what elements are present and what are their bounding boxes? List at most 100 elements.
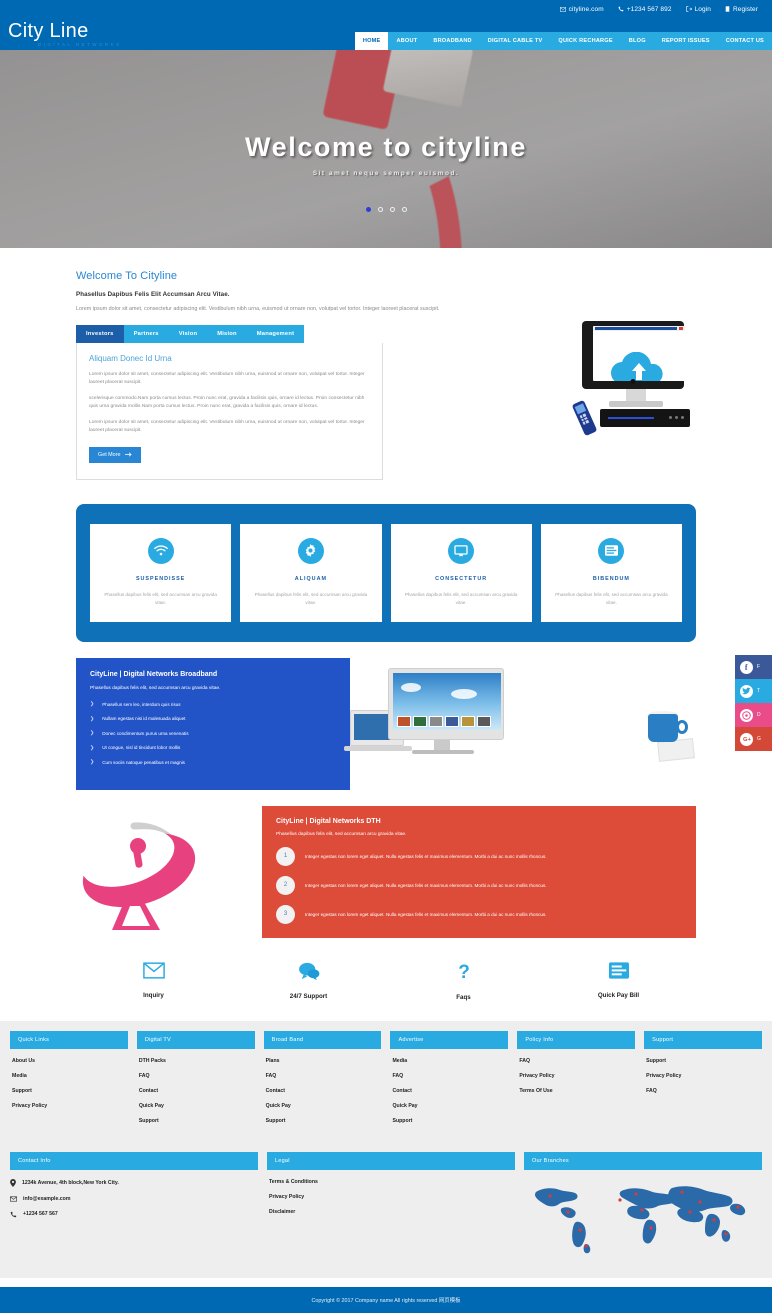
carousel-dot-1[interactable] [365,207,371,212]
legal-link[interactable]: Disclaimer [267,1209,515,1215]
footer-link[interactable]: Privacy Policy [644,1073,762,1079]
footer-link[interactable]: Privacy Policy [10,1103,128,1109]
contact-info-column: Contact Info 1234k Avenue, 4th block,New… [10,1151,258,1258]
footer-link[interactable]: About Us [10,1058,128,1064]
contact-email[interactable]: info@example.com [10,1196,258,1202]
contact-phone[interactable]: +1234 567 567 [10,1211,258,1218]
footer-link[interactable]: Quick Pay [390,1103,508,1109]
footer-link[interactable]: Privacy Policy [517,1073,635,1079]
footer-link[interactable]: Media [10,1073,128,1079]
nav-item-blog[interactable]: BLOG [620,32,654,50]
feature-card-bibendum[interactable]: BIBENDUM Phasellus dapibus felis elit, s… [540,523,682,623]
carousel-dot-2[interactable] [377,207,383,212]
footer-link[interactable]: Terms Of Use [517,1088,635,1094]
topbar-email[interactable]: cityline.com [559,6,604,13]
social-facebook[interactable]: f F [735,655,772,679]
carousel-dot-4[interactable] [401,207,407,212]
footer-link[interactable]: FAQ [137,1073,255,1079]
topbar-register[interactable]: Register [725,6,758,13]
social-googleplus[interactable]: G+ G [735,727,772,751]
thumbnail [445,716,459,728]
footer-link[interactable]: Contact [264,1088,382,1094]
browser-bar [593,326,685,332]
broadband-list-item[interactable]: ❯ Cum sociis natoque penatibus et magnis [90,759,336,765]
social-twitter[interactable]: T [735,679,772,703]
footer-link[interactable]: Media [390,1058,508,1064]
footer-link[interactable]: Contact [137,1088,255,1094]
footer-link[interactable]: DTH Packs [137,1058,255,1064]
nav-item-broadband[interactable]: BROADBAND [425,32,480,50]
carousel-dot-3[interactable] [389,207,395,212]
topbar-phone[interactable]: +1234 567 892 [618,6,672,13]
feature-card-suspendisse[interactable]: SUSPENDISSE Phasellus dapibus felis elit… [90,523,232,623]
tab-investors[interactable]: Investors [76,325,124,344]
feature-card-consectetur[interactable]: CONSECTETUR Phasellus dapibus felis elit… [390,523,532,623]
legal-title: Legal [267,1151,515,1170]
footer-link[interactable]: FAQ [517,1058,635,1064]
dth-item-text: Integer egestas non lorem eget aliquet. … [305,882,547,888]
broadband-item-label: Ut congue, nisl id tincidunt lobor molli… [102,745,181,751]
thumbnail [413,716,427,728]
broadband-list-item[interactable]: ❯ Ut congue, nisl id tincidunt lobor mol… [90,745,336,751]
legal-link[interactable]: Terms & Conditions [267,1179,515,1185]
footer-link[interactable]: Support [137,1118,255,1124]
footer-link[interactable]: Contact [390,1088,508,1094]
footer-link[interactable]: Support [264,1118,382,1124]
broadband-list-item[interactable]: ❯ Phasellus sem leo, interdum quis risus [90,701,336,707]
feature-title: ALIQUAM [294,575,327,582]
nav-item-digital-cable-tv[interactable]: DIGITAL CABLE TV [479,32,551,50]
envelope-icon [142,962,165,979]
footer-link[interactable]: FAQ [644,1088,762,1094]
service-quick-pay-bill[interactable]: Quick Pay Bill [541,962,696,1001]
social-twitter-label: T [757,688,761,694]
coffee-cup-handle [676,720,688,735]
broadband-list-item[interactable]: ❯ Nullam egestas nisi id malesuada aliqu… [90,716,336,722]
nav-item-about[interactable]: ABOUT [388,32,426,50]
nav-item-home[interactable]: HOME [354,32,389,50]
nav-item-quick-recharge[interactable]: QUICK RECHARGE [550,32,621,50]
footer-link[interactable]: FAQ [390,1073,508,1079]
tab-mision[interactable]: Mision [207,325,247,344]
footer-link[interactable]: Quick Pay [137,1103,255,1109]
broadband-item-label: Nullam egestas nisi id malesuada aliquet [102,716,186,722]
tab-partners[interactable]: Partners [123,325,169,344]
dth-item-text: Integer egestas non lorem eget aliquet. … [305,853,547,859]
topbar-login-label: Login [694,5,711,13]
welcome-lead: Phasellus Dapibus Felis Elit Accumsan Ar… [76,291,230,298]
feature-icon-circle [297,537,324,564]
remote-key [585,420,589,424]
dth-list-item: 2 Integer egestas non lorem eget aliquet… [276,875,682,895]
stb-button [681,416,684,420]
service-support[interactable]: 24/7 Support [231,962,386,1001]
feature-card-aliquam[interactable]: ALIQUAM Phasellus dapibus felis elit, se… [240,523,382,623]
nav-item-report-issues[interactable]: REPORT ISSUES [653,32,718,50]
feature-title: BIBENDUM [592,575,630,582]
logo-main-text: City Line [8,20,89,42]
get-more-button[interactable]: Get More [89,446,142,463]
social-dribbble[interactable]: D [735,703,772,727]
laptop-base [344,746,412,752]
topbar-login[interactable]: Login [685,5,711,13]
footer-link[interactable]: Support [10,1088,128,1094]
legal-link[interactable]: Privacy Policy [267,1194,515,1200]
tab-management[interactable]: Management [246,325,305,344]
tab-panel-paragraph-2: scelerisque commodo.Nam porta cursus lec… [89,395,365,409]
footer-link[interactable]: Plans [264,1058,382,1064]
service-faqs[interactable]: ? Faqs [386,962,541,1001]
footer-link[interactable]: Support [390,1118,508,1124]
tab-vision[interactable]: Vision [168,325,208,344]
logo[interactable]: City Line DIGITAL NETWORKS [0,21,122,47]
tab-list: Investors Partners Vision Mision Managem… [76,325,383,344]
nav-item-contact-us[interactable]: CONTACT US [717,32,772,50]
hero-content: Welcome to cityline Sit amet neque sempe… [0,50,772,248]
desktop-monitor [388,668,504,741]
broadband-list-item[interactable]: ❯ Donec condimentum purus urna venenatis [90,730,336,736]
footer-link[interactable]: Quick Pay [264,1103,382,1109]
footer-link[interactable]: Support [644,1058,762,1064]
chat-bubbles-icon [298,962,319,980]
feature-icon-circle [147,537,174,564]
chevron-right-icon: ❯ [90,701,95,708]
footer-link[interactable]: FAQ [264,1073,382,1079]
wifi-icon [153,545,168,556]
service-inquiry[interactable]: Inquiry [76,962,231,1001]
